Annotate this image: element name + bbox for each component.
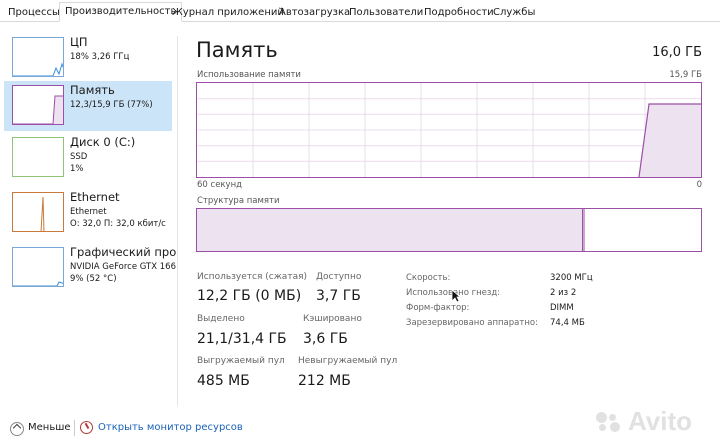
sidebar-item-label: Ethernet	[70, 190, 120, 204]
speed-value: 3200 МГц	[550, 273, 593, 283]
sidebar-item-sub: 18% 3,26 ГГц	[70, 52, 130, 62]
speed-label: Скорость:	[406, 273, 451, 283]
tab-users[interactable]: Пользователи	[343, 3, 429, 22]
cached-label: Кэшировано	[303, 314, 362, 324]
nonpaged-pool-value: 212 МБ	[298, 373, 351, 389]
sidebar-item-cpu[interactable]: ЦП 18% 3,26 ГГц	[4, 33, 172, 83]
memory-total: 16,0 ГБ	[652, 45, 702, 60]
bottom-separator	[74, 420, 75, 436]
paged-pool-value: 485 МБ	[197, 373, 250, 389]
cached-value: 3,6 ГБ	[303, 331, 348, 347]
fewer-details-button[interactable]: Меньше	[28, 422, 71, 433]
sidebar-item-ethernet[interactable]: Ethernet Ethernet О: 32,0 П: 32,0 кбит/с	[4, 188, 172, 238]
sidebar-item-sub: 1%	[70, 164, 84, 174]
usage-graph-label: Использование памяти	[197, 70, 301, 80]
ethernet-thumbnail	[12, 192, 64, 232]
sidebar-item-sub: NVIDIA GeForce GTX 166	[70, 262, 176, 272]
in-use-label: Используется (сжатая)	[197, 272, 308, 282]
available-label: Доступно	[316, 272, 362, 282]
sidebar-item-label: Диск 0 (C:)	[70, 135, 136, 149]
memory-structure-bar	[196, 208, 702, 252]
structure-in-use	[197, 209, 583, 251]
disk-thumbnail	[12, 137, 64, 177]
avito-watermark: Avito	[596, 404, 720, 440]
structure-modified	[583, 209, 585, 251]
tab-app-history[interactable]: Журнал приложений	[166, 3, 290, 22]
resource-list: ЦП 18% 3,26 ГГц Память 12,3/15,9 ГБ (77%…	[0, 23, 176, 413]
gpu-thumbnail	[12, 247, 64, 287]
chevron-up-icon[interactable]	[10, 422, 24, 436]
slots-value: 2 из 2	[550, 288, 577, 298]
paged-pool-label: Выгружаемый пул	[197, 356, 285, 366]
sidebar-item-label: Графический про	[70, 245, 176, 259]
available-value: 3,7 ГБ	[316, 288, 361, 304]
usage-graph-max: 15,9 ГБ	[669, 70, 702, 80]
tab-bar: Процессы Производительность Журнал прило…	[0, 0, 720, 22]
panel-divider	[177, 36, 178, 406]
avito-logo-icon	[596, 412, 624, 432]
sidebar-item-sub: Ethernet	[70, 207, 107, 217]
resource-monitor-icon[interactable]	[80, 421, 93, 434]
sidebar-item-sub: 9% (52 °C)	[70, 274, 117, 284]
memory-thumbnail	[12, 85, 64, 125]
tab-services[interactable]: Службы	[487, 3, 541, 22]
cpu-thumbnail	[12, 37, 64, 77]
sidebar-item-disk[interactable]: Диск 0 (C:) SSD 1%	[4, 133, 172, 183]
watermark-text: Avito	[628, 406, 693, 436]
graph-time-right: 0	[696, 180, 702, 190]
structure-label: Структура памяти	[197, 196, 280, 206]
page-title: Память	[196, 38, 278, 62]
committed-value: 21,1/31,4 ГБ	[197, 331, 287, 347]
hardware-reserved-label: Зарезервировано аппаратно:	[406, 318, 538, 328]
open-resource-monitor-link[interactable]: Открыть монитор ресурсов	[98, 422, 243, 433]
nonpaged-pool-label: Невыгружаемый пул	[298, 356, 398, 366]
sidebar-item-gpu[interactable]: Графический про NVIDIA GeForce GTX 166 9…	[4, 243, 176, 293]
committed-label: Выделено	[197, 314, 245, 324]
sidebar-item-sub: SSD	[70, 152, 88, 162]
sidebar-item-label: ЦП	[70, 35, 88, 49]
tab-performance[interactable]: Производительность	[59, 2, 183, 22]
sidebar-item-memory[interactable]: Память 12,3/15,9 ГБ (77%)	[4, 81, 172, 131]
form-factor-value: DIMM	[550, 303, 574, 313]
graph-time-left: 60 секунд	[197, 180, 243, 190]
sidebar-item-label: Память	[70, 83, 115, 97]
tab-processes[interactable]: Процессы	[2, 3, 66, 22]
sidebar-item-sub: 12,3/15,9 ГБ (77%)	[70, 100, 153, 110]
in-use-value: 12,2 ГБ (0 МБ)	[197, 288, 302, 304]
form-factor-label: Форм-фактор:	[406, 303, 470, 313]
mouse-cursor-icon	[451, 289, 461, 303]
memory-usage-graph	[196, 82, 702, 178]
sidebar-item-sub: О: 32,0 П: 32,0 кбит/с	[70, 219, 166, 229]
hardware-reserved-value: 74,4 МБ	[550, 318, 585, 328]
